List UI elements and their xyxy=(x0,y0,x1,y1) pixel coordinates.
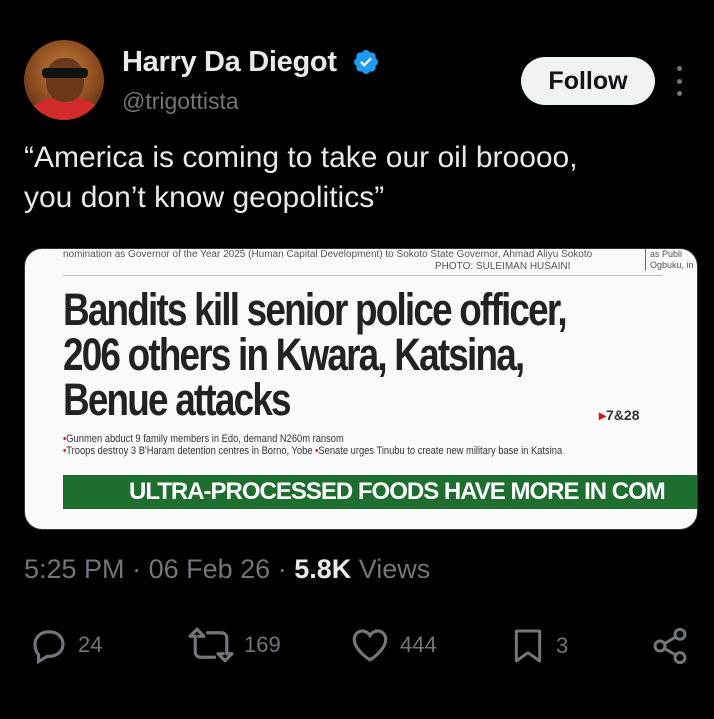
photo-credit: PHOTO: SULEIMAN HUSAINI xyxy=(435,261,571,272)
avatar[interactable] xyxy=(24,40,104,120)
like-count: 444 xyxy=(400,632,437,657)
author-name[interactable]: Harry Da Diegot xyxy=(122,46,337,79)
tweet-meta: 5:25 PM · 06 Feb 26 · 5.8K Views xyxy=(24,554,431,584)
more-options-icon[interactable] xyxy=(672,66,686,96)
newspaper-top-caption: nomination as Governor of the Year 2025 … xyxy=(63,249,593,260)
tweet-image[interactable]: nomination as Governor of the Year 2025 … xyxy=(24,248,698,530)
newspaper-bullets: •Gunmen abduct 9 family members in Edo, … xyxy=(63,433,563,457)
heart-icon xyxy=(352,629,388,662)
share-icon xyxy=(653,627,687,665)
newspaper-banner: ULTRA-PROCESSED FOODS HAVE MORE IN COM xyxy=(63,475,697,509)
repost-icon xyxy=(188,627,234,663)
like-button[interactable]: 444 xyxy=(348,624,437,666)
verified-badge-icon xyxy=(354,50,378,74)
newspaper-headline: Bandits kill senior police officer, 206 … xyxy=(63,284,568,425)
bookmark-icon xyxy=(514,629,542,663)
tweet-text: “America is coming to take our oil brooo… xyxy=(24,141,578,214)
reply-button[interactable]: 24 xyxy=(28,624,102,666)
author-handle[interactable]: @trigottista xyxy=(122,88,239,115)
repost-button[interactable]: 169 xyxy=(186,624,281,666)
tweet-time[interactable]: 5:25 PM xyxy=(24,554,125,584)
views-count: 5.8K xyxy=(294,554,352,584)
newspaper-right-snippet: as Publi Ogbuku, in xyxy=(645,249,697,271)
reply-icon xyxy=(33,630,65,665)
page-reference: ▸7&28 xyxy=(599,407,640,423)
share-button[interactable] xyxy=(650,624,690,668)
repost-count: 169 xyxy=(244,632,281,657)
tweet-date[interactable]: 06 Feb 26 xyxy=(149,554,271,584)
follow-button[interactable]: Follow xyxy=(521,57,655,105)
bookmark-count: 3 xyxy=(556,633,569,658)
bookmark-button[interactable]: 3 xyxy=(508,624,568,668)
views-label: Views xyxy=(358,554,431,584)
reply-count: 24 xyxy=(78,632,103,657)
